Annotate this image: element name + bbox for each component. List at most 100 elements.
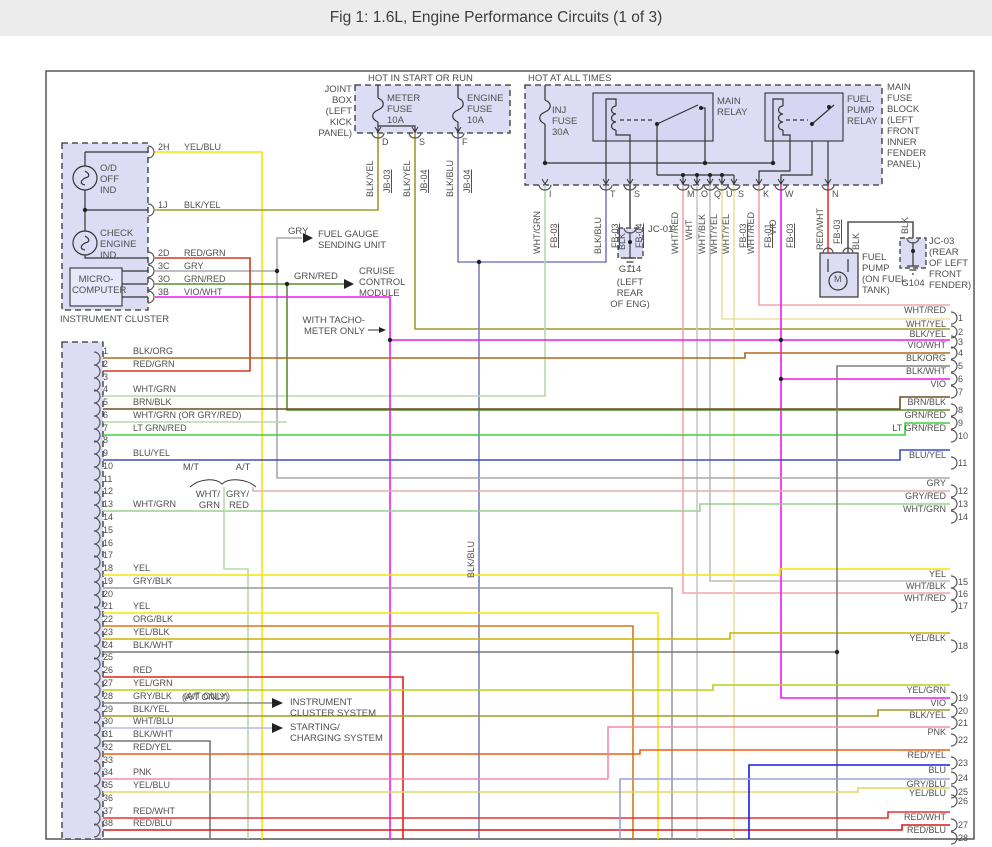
edge-wire-color: GRY [927, 478, 946, 488]
cruise-label: CRUISE CONTROL MODULE [359, 266, 405, 299]
ecm-pin-row: 25 [103, 652, 145, 665]
pin-number: 20 [103, 589, 133, 602]
pin-number: 24 [103, 640, 133, 653]
pin-number: 38 [103, 818, 133, 831]
pin-wire-color: YEL/BLK [133, 627, 170, 640]
edge-wire-color: BLK/YEL [909, 329, 946, 339]
pin-note: (A/T ONLY) [184, 691, 230, 704]
pin-number: 3 [103, 372, 133, 385]
pin-number: 9 [103, 448, 133, 461]
ecm-pin-row: 35 YEL/BLU [103, 780, 182, 793]
edge-pin-row: VIO 7 [826, 379, 974, 395]
pin-letter-q: Q [714, 189, 721, 199]
edge-number: 22 [958, 735, 968, 745]
ecm-pin-row: 27 YEL/GRN [103, 678, 185, 691]
mt-label: M/T [176, 462, 206, 473]
edge-number: 14 [958, 512, 968, 522]
edge-number: 28 [958, 833, 968, 843]
wire-color-s2: BLK [617, 233, 628, 250]
ecm-pin-row: 8 [103, 435, 145, 448]
fuel-pump-relay-label: FUEL PUMP RELAY [847, 94, 877, 127]
pin-number: 1 [103, 346, 133, 359]
g114-label: G114 [610, 264, 650, 275]
pin-wire-color: YEL/BLU [133, 780, 170, 793]
pin-number: 12 [103, 486, 133, 499]
cluster-pin-3c: 3CGRY [158, 261, 203, 273]
pin-wire-color: WHT/GRN [133, 384, 176, 397]
ecm-pin-row: 1 BLK/ORG [103, 346, 185, 359]
conn-i: FB-03 [549, 223, 560, 248]
pin-letter-k: K [763, 189, 769, 199]
ecm-pin-row: 19 GRY/BLK [103, 576, 184, 589]
edge-wire-color: PNK [927, 727, 946, 737]
edge-number: 10 [958, 431, 968, 441]
edge-pin-row: WHT/GRN 14 [826, 504, 974, 520]
cluster-pin-1j: 1JBLK/YEL [158, 200, 221, 212]
edge-wire-color: GRY/RED [905, 491, 946, 501]
wire-color-s3: WHT/YEL [721, 214, 732, 254]
edge-wire-color: BLK/YEL [909, 710, 946, 720]
grn-red-callout-label: GRN/RED [294, 271, 338, 282]
main-relay-label: MAIN RELAY [717, 96, 747, 118]
pin-number: 30 [103, 716, 133, 729]
cluster-pin-3b: 3BVIO/WHT [158, 287, 223, 299]
pin-wire-color: BLU/YEL [133, 448, 170, 461]
edge-wire-color: RED/BLU [907, 825, 946, 835]
edge-wire-color: WHT/GRN [903, 504, 946, 514]
ecm-pin-row: 13 WHT/GRN [103, 499, 188, 512]
pin-wire-color: PNK [133, 767, 152, 780]
edge-wire-color: YEL/GRN [906, 685, 946, 695]
ecm-pin-row: 23 YEL/BLK [103, 627, 182, 640]
ecm-pin-row: 7 LT GRN/RED [103, 423, 199, 436]
conn-f: JB-04 [462, 169, 473, 193]
pin-number: 8 [103, 435, 133, 448]
pin-wire-color: BRN/BLK [133, 397, 172, 410]
ecm-pin-row: 30 WHT/BLU [103, 716, 186, 729]
ecm-pin-row: 4 WHT/GRN [103, 384, 188, 397]
edge-wire-color: YEL/BLU [909, 788, 946, 798]
edge-wire-color: WHT/RED [904, 305, 946, 315]
ecm-pin-row: 5 BRN/BLK [103, 397, 184, 410]
edge-number: 11 [958, 458, 967, 468]
pin-number: 5 [103, 397, 133, 410]
ecm-pin-row: 9 BLU/YEL [103, 448, 182, 461]
pin-wire-color: GRY/BLK [133, 576, 172, 589]
ecm-pin-row: 32 RED/YEL [103, 742, 184, 755]
pin-letter-d: D [382, 137, 389, 147]
pin-wire-color: BLK/WHT [133, 640, 173, 653]
pin-number: 35 [103, 780, 133, 793]
ecm-pin-row: 21 YEL [103, 601, 162, 614]
wire-color-k: WHT/RED [746, 212, 757, 254]
edge-wire-color: BLU/YEL [909, 450, 946, 460]
pin-letter-w: W [785, 189, 794, 199]
wire-color-blk-pump: BLK [851, 233, 862, 250]
pin-wire-color: BLK/WHT [133, 729, 173, 742]
pin-number: 6 [103, 410, 133, 423]
pin-wire-color: LT GRN/RED [133, 423, 187, 436]
micro-computer-label: MICRO- COMPUTER [72, 274, 120, 296]
pin-number: 23 [103, 627, 133, 640]
pin-number: 32 [103, 742, 133, 755]
pin-wire-color: WHT/GRN [133, 499, 176, 512]
ecm-pin-row: 37 RED/WHT [103, 806, 187, 819]
ecm-pin-row: 31 BLK/WHT [103, 729, 185, 742]
pin-wire-color: YEL [133, 601, 150, 614]
ecm-pin-row: 33 [103, 755, 145, 768]
pin-number: 19 [103, 576, 133, 589]
joint-box-label: JOINT BOX (LEFT KICK PANEL) [296, 84, 352, 139]
wire-color-t: BLK/BLU [593, 217, 604, 254]
edge-pin-row: RED/YEL 23 [826, 750, 974, 766]
engine-fuse-label: ENGINE FUSE 10A [467, 93, 503, 126]
pin-wire-color: ORG/BLK [133, 614, 173, 627]
ecm-pin-row: 18 YEL [103, 563, 162, 576]
ecm-pin-row: 26 RED [103, 665, 164, 678]
pin-letter-s2: S [634, 189, 640, 199]
edge-wire-color: WHT/RED [904, 593, 946, 603]
cluster-pin-2h: 2HYEL/BLU [158, 142, 221, 154]
wire-color-f: BLK/BLU [445, 160, 456, 197]
pin-number: 14 [103, 512, 133, 525]
wire-color-s1: BLK/YEL [402, 160, 413, 197]
pin-wire-color: BLK/YEL [133, 704, 170, 717]
pin-number: 31 [103, 729, 133, 742]
pin-wire-color: YEL/GRN [133, 678, 173, 691]
